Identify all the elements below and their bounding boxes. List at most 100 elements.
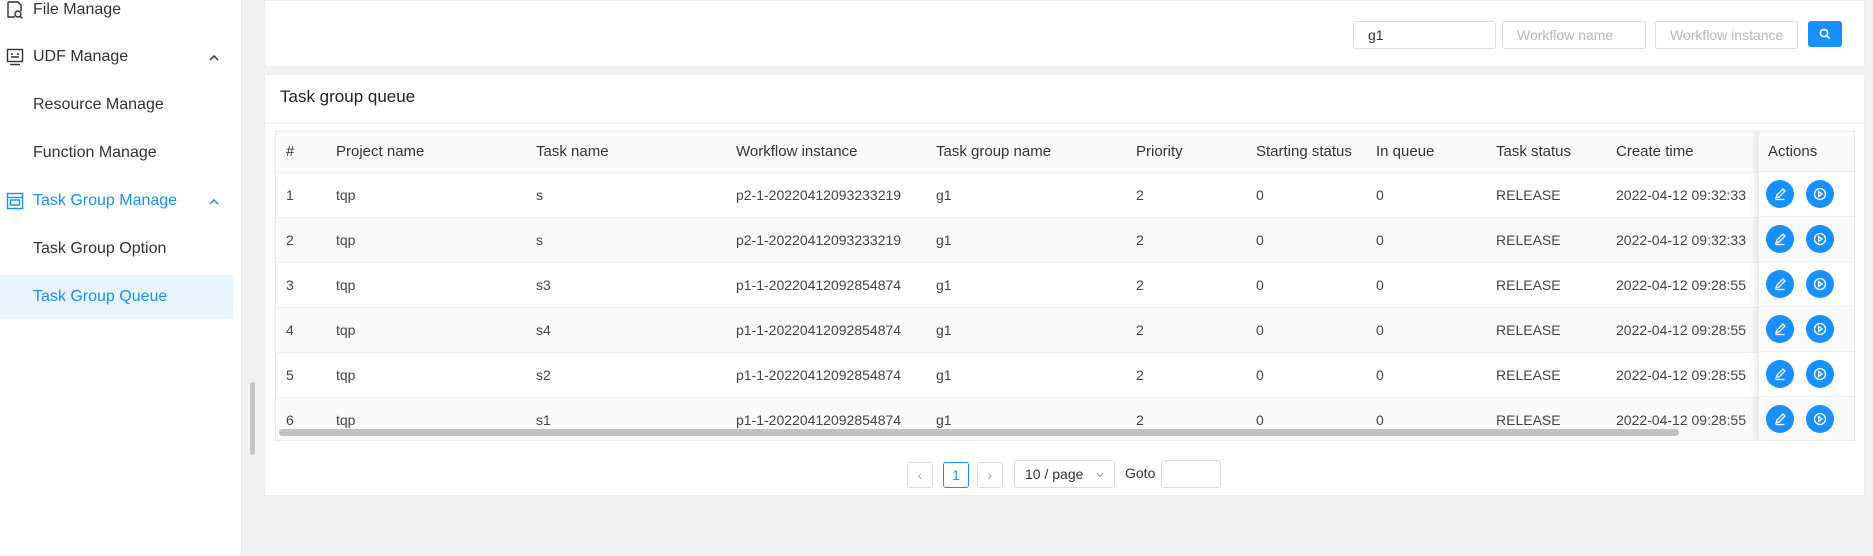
cell-starting-status: 0 <box>1246 352 1366 398</box>
table-row: 4 tqp s4 p1-1-20220412092854874 g1 2 0 0… <box>276 307 1766 353</box>
sidebar-item-task-group-manage[interactable]: Task Group Manage <box>0 179 233 223</box>
sidebar-item-resource-manage[interactable]: Resource Manage <box>0 83 233 127</box>
cell-in-queue: 0 <box>1366 307 1486 353</box>
cell-task-status: RELEASE <box>1486 352 1606 398</box>
edit-priority-button[interactable] <box>1766 405 1794 433</box>
play-circle-icon <box>1813 232 1827 246</box>
actions-column: Actions <box>1758 132 1854 440</box>
cell-priority: 2 <box>1126 217 1246 263</box>
cell-index: 4 <box>276 307 326 353</box>
column-header-create-time: Create time <box>1606 132 1766 173</box>
force-start-button[interactable] <box>1806 270 1834 298</box>
force-start-button[interactable] <box>1806 180 1834 208</box>
cell-task-group-name: g1 <box>926 262 1126 308</box>
queue-table: # Project name Task name Workflow instan… <box>275 131 1855 441</box>
table-header-row: # Project name Task name Workflow instan… <box>276 132 1766 173</box>
cell-index: 3 <box>276 262 326 308</box>
sidebar-item-label: Resource Manage <box>33 96 164 113</box>
cell-starting-status: 0 <box>1246 172 1366 218</box>
page-number[interactable]: 1 <box>943 462 969 488</box>
cell-create-time: 2022-04-12 09:28:55 <box>1606 262 1766 308</box>
force-start-button[interactable] <box>1806 405 1834 433</box>
edit-priority-button[interactable] <box>1766 225 1794 253</box>
sidebar-item-label: Task Group Queue <box>33 288 168 305</box>
next-page-button[interactable]: › <box>977 462 1003 488</box>
cell-priority: 2 <box>1126 262 1246 308</box>
cell-priority: 2 <box>1126 307 1246 353</box>
cell-index: 1 <box>276 172 326 218</box>
cell-in-queue: 0 <box>1366 262 1486 308</box>
play-circle-icon <box>1813 277 1827 291</box>
sidebar-item-label: File Manage <box>33 1 122 18</box>
force-start-button[interactable] <box>1806 360 1834 388</box>
edit-icon <box>1774 323 1786 336</box>
force-start-button[interactable] <box>1806 225 1834 253</box>
cell-task-group-name: g1 <box>926 217 1126 263</box>
cell-task-name: s <box>526 217 726 263</box>
page-size-value: 10 / page <box>1025 466 1084 482</box>
udf-icon <box>6 48 24 66</box>
play-circle-icon <box>1813 412 1827 426</box>
actions-cell <box>1759 397 1854 440</box>
cell-create-time: 2022-04-12 09:32:33 <box>1606 217 1766 263</box>
task-group-input[interactable] <box>1353 21 1496 49</box>
goto-page-input[interactable] <box>1161 460 1221 488</box>
actions-cell <box>1759 307 1854 352</box>
play-circle-icon <box>1813 322 1827 336</box>
sidebar-item-task-group-option[interactable]: Task Group Option <box>0 227 233 271</box>
cell-index: 5 <box>276 352 326 398</box>
prev-page-button[interactable]: ‹ <box>907 462 933 488</box>
table-horizontal-scrollbar[interactable] <box>279 429 1679 436</box>
cell-priority: 2 <box>1126 172 1246 218</box>
column-header-task-name: Task name <box>526 132 726 173</box>
workflow-instance-input[interactable] <box>1655 21 1798 49</box>
cell-priority: 2 <box>1126 352 1246 398</box>
force-start-button[interactable] <box>1806 315 1834 343</box>
sidebar-item-function-manage[interactable]: Function Manage <box>0 131 233 175</box>
cell-project-name: tqp <box>326 352 526 398</box>
table-row: 1 tqp s p2-1-20220412093233219 g1 2 0 0 … <box>276 172 1766 218</box>
sidebar-scrollbar[interactable] <box>250 382 255 455</box>
goto-label: Goto <box>1125 465 1156 481</box>
column-header-project-name: Project name <box>326 132 526 173</box>
edit-icon <box>1774 413 1786 426</box>
play-circle-icon <box>1813 367 1827 381</box>
workflow-name-input[interactable] <box>1502 21 1646 49</box>
cell-task-group-name: g1 <box>926 172 1126 218</box>
edit-priority-button[interactable] <box>1766 270 1794 298</box>
column-header-workflow-instance: Workflow instance <box>726 132 926 173</box>
chevron-down-icon <box>1096 473 1104 478</box>
divider <box>265 123 1864 124</box>
actions-cell <box>1759 172 1854 217</box>
edit-icon <box>1774 278 1786 291</box>
edit-priority-button[interactable] <box>1766 360 1794 388</box>
edit-priority-button[interactable] <box>1766 315 1794 343</box>
cell-task-name: s2 <box>526 352 726 398</box>
cell-project-name: tqp <box>326 262 526 308</box>
sidebar-item-file-manage[interactable]: File Manage <box>0 0 233 32</box>
card-title: Task group queue <box>280 87 416 106</box>
table-row: 5 tqp s2 p1-1-20220412092854874 g1 2 0 0… <box>276 352 1766 398</box>
column-header-starting-status: Starting status <box>1246 132 1366 173</box>
cell-in-queue: 0 <box>1366 172 1486 218</box>
sidebar-item-task-group-queue[interactable]: Task Group Queue <box>0 275 233 319</box>
column-header-priority: Priority <box>1126 132 1246 173</box>
task-group-icon <box>6 192 24 210</box>
sidebar-item-label: Task Group Manage <box>33 192 178 209</box>
sidebar-item-label: Task Group Option <box>33 240 167 257</box>
edit-priority-button[interactable] <box>1766 180 1794 208</box>
sidebar-item-label: UDF Manage <box>33 48 129 65</box>
task-group-queue-card: Task group queue # Project name Task nam… <box>264 74 1865 496</box>
sidebar-item-udf-manage[interactable]: UDF Manage <box>0 35 233 79</box>
search-icon <box>1819 28 1831 40</box>
cell-starting-status: 0 <box>1246 307 1366 353</box>
page-size-select[interactable]: 10 / page <box>1014 460 1115 488</box>
actions-cell <box>1759 217 1854 262</box>
edit-icon <box>1774 188 1786 201</box>
cell-create-time: 2022-04-12 09:28:55 <box>1606 307 1766 353</box>
cell-project-name: tqp <box>326 307 526 353</box>
cell-workflow-instance: p1-1-20220412092854874 <box>726 352 926 398</box>
search-button[interactable] <box>1808 21 1842 47</box>
column-header-actions: Actions <box>1759 132 1854 172</box>
cell-task-group-name: g1 <box>926 307 1126 353</box>
